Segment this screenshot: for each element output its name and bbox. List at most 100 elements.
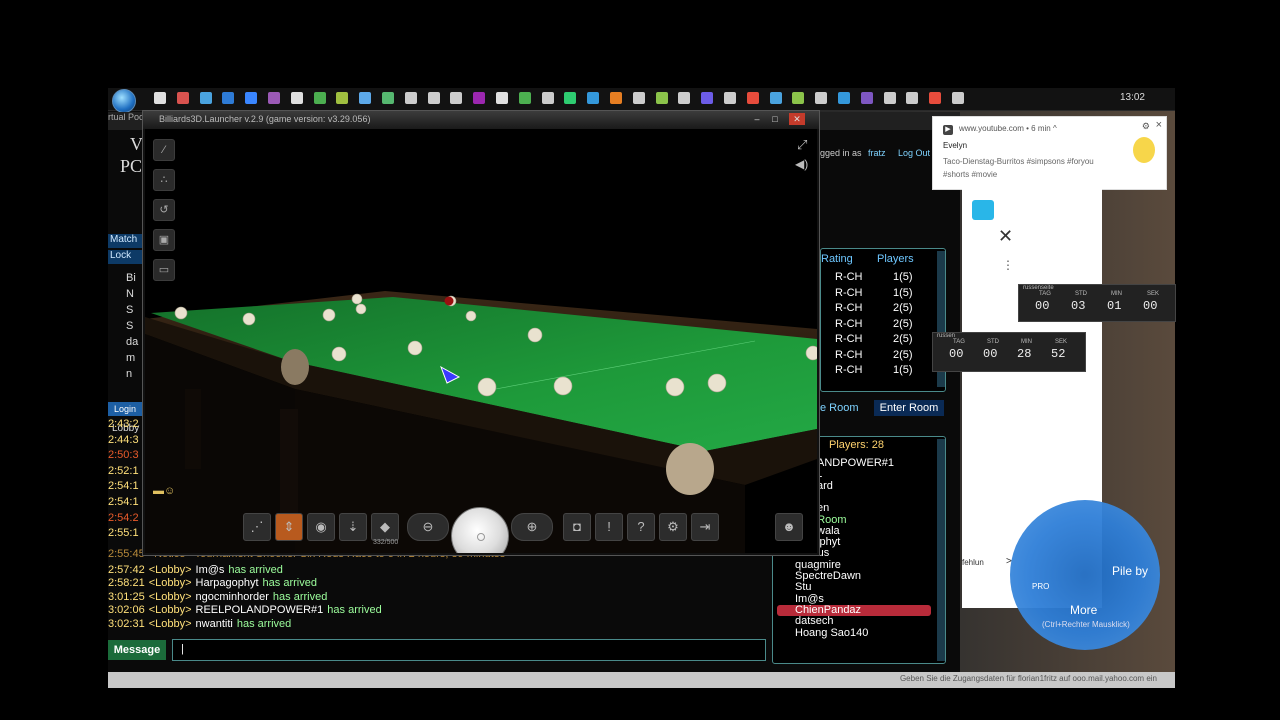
pie-pro-label[interactable]: PRO <box>1032 582 1049 591</box>
player-icon[interactable]: ☻ <box>775 513 803 541</box>
taskbar-app-icon[interactable] <box>815 92 828 104</box>
download-icon[interactable]: ⇣ <box>339 513 367 541</box>
user-name[interactable]: fratz <box>868 148 886 158</box>
left-column-item[interactable]: n <box>126 368 132 380</box>
cube-icon[interactable]: ◆ <box>371 513 399 541</box>
taskbar-app-icon[interactable] <box>587 92 600 104</box>
game-title-bar[interactable]: Billiards3D.Launcher v.2.9 (game version… <box>143 111 819 129</box>
player-list-item[interactable]: Hoang Sao140 <box>795 627 868 639</box>
camera-icon[interactable]: ◘ <box>563 513 591 541</box>
save-icon[interactable]: ▣ <box>153 229 175 251</box>
room-row[interactable]: R-CH 1(5) <box>835 364 935 379</box>
left-column-item[interactable]: N <box>126 288 134 300</box>
login-button[interactable]: Login <box>108 402 142 416</box>
taskbar-app-icon[interactable] <box>952 92 964 104</box>
clock[interactable]: 13:02 <box>1120 92 1145 103</box>
minimize-button[interactable]: – <box>749 113 765 125</box>
taskbar-app-icon[interactable] <box>199 92 212 104</box>
start-button[interactable] <box>112 89 136 113</box>
taskbar-app-icon[interactable] <box>906 92 919 104</box>
eye-icon[interactable]: ◉ <box>307 513 335 541</box>
maximize-button[interactable]: □ <box>767 113 783 125</box>
taskbar-app-icon[interactable] <box>313 92 326 104</box>
left-column-item[interactable]: da <box>126 336 138 348</box>
left-column-item[interactable]: S <box>126 304 133 316</box>
zoom-out-icon[interactable]: ⊖ <box>407 513 449 541</box>
balls-view-icon[interactable]: ⋰ <box>243 513 271 541</box>
taskbar-app-icon[interactable] <box>769 92 782 104</box>
rating-column-header[interactable]: Rating <box>821 253 853 265</box>
zoom-in-icon[interactable]: ⊕ <box>511 513 553 541</box>
player-list-item[interactable]: quagmire <box>795 559 841 571</box>
settings-icon[interactable]: ⚙ <box>659 513 687 541</box>
taskbar-app-icon[interactable] <box>792 92 805 104</box>
left-column-item[interactable]: Bi <box>126 272 136 284</box>
taskbar-app-icon[interactable] <box>701 92 714 104</box>
taskbar-app-icon[interactable] <box>336 92 349 104</box>
game-scene[interactable]: ⁄ ∴ ↺ ▣ ▭ ▬☺ ⤢ ◀) ⋰ ⇕ ◉ ⇣ ◆ 332/500 ⊖ ⊕ … <box>145 129 817 553</box>
taskbar-app-icon[interactable] <box>427 92 440 104</box>
pie-more[interactable]: More <box>1070 603 1097 617</box>
taskbar-app-icon[interactable] <box>929 92 942 104</box>
players-column-header[interactable]: Players <box>877 253 914 265</box>
taskbar-app-icon[interactable] <box>222 92 235 104</box>
taskbar-app-icon[interactable] <box>724 92 736 104</box>
taskbar-app-icon[interactable] <box>450 92 463 104</box>
panel-link[interactable]: fehlun <box>962 558 984 567</box>
taskbar-app-icon[interactable] <box>154 92 166 104</box>
exit-icon[interactable]: ⇥ <box>691 513 719 541</box>
taskbar-app-icon[interactable] <box>838 92 850 104</box>
speaker-icon[interactable]: ◀) <box>795 157 808 171</box>
taskbar-app-icon[interactable] <box>746 92 759 104</box>
taskbar-app-icon[interactable] <box>245 92 258 104</box>
taskbar-app-icon[interactable] <box>860 92 873 104</box>
fullscreen-icon[interactable]: ⤢ <box>797 137 807 153</box>
room-row[interactable]: R-CH 2(5) <box>835 349 935 364</box>
taskbar-app-icon[interactable] <box>610 92 622 104</box>
room-row[interactable]: R-CH 1(5) <box>835 287 935 302</box>
players-scrollbar[interactable] <box>937 439 945 661</box>
undo-icon[interactable]: ↺ <box>153 199 175 221</box>
taskbar-app-icon[interactable] <box>541 92 554 104</box>
enter-room-button[interactable]: Enter Room <box>874 400 944 416</box>
chat-user[interactable]: REELPOLANDPOWER#1 <box>196 604 324 616</box>
taskbar-app-icon[interactable] <box>404 92 417 104</box>
message-input[interactable]: | <box>172 639 766 661</box>
gear-icon[interactable]: ⚙ <box>1142 121 1150 132</box>
snooker-table[interactable] <box>145 129 817 553</box>
rack-icon[interactable]: ∴ <box>153 169 175 191</box>
taskbar-app-icon[interactable] <box>176 92 189 104</box>
app-badge-icon[interactable] <box>972 200 994 220</box>
taskbar-app-icon[interactable] <box>268 92 280 104</box>
chat-emoji-icon[interactable]: ▬☺ <box>153 485 175 497</box>
chat-user[interactable]: Im@s <box>196 564 225 576</box>
alert-icon[interactable]: ! <box>595 513 623 541</box>
room-row[interactable]: R-CH 2(5) <box>835 318 935 333</box>
close-button[interactable]: ✕ <box>789 113 805 125</box>
help-icon[interactable]: ? <box>627 513 655 541</box>
tab-lock[interactable]: Lock <box>108 250 142 264</box>
create-room-button[interactable]: e Room <box>820 402 859 414</box>
room-row[interactable]: R-CH 2(5) <box>835 333 935 348</box>
chat-user[interactable]: Harpagophyt <box>196 577 259 589</box>
more-options-icon[interactable]: ⋮ <box>1002 258 1014 272</box>
taskbar-app-icon[interactable] <box>473 92 486 104</box>
taskbar-app-icon[interactable] <box>678 92 691 104</box>
taskbar-app-icon[interactable] <box>632 92 645 104</box>
taskbar-app-icon[interactable] <box>290 92 303 104</box>
taskbar-app-icon[interactable] <box>518 92 531 104</box>
taskbar-app-icon[interactable] <box>496 92 508 104</box>
taskbar-app-icon[interactable] <box>382 92 394 104</box>
taskbar-app-icon[interactable] <box>883 92 896 104</box>
room-row[interactable]: R-CH 1(5) <box>835 271 935 286</box>
pie-pile-by[interactable]: Pile by <box>1112 564 1148 578</box>
player-list-item[interactable]: Stu <box>795 581 812 593</box>
cue-height-icon[interactable]: ⇕ <box>275 513 303 541</box>
chat-user[interactable]: ngocminhorder <box>196 591 269 603</box>
player-list-item[interactable]: Im@s <box>795 593 824 605</box>
taskbar-app-icon[interactable] <box>564 92 577 104</box>
taskbar-app-icon[interactable] <box>359 92 372 104</box>
close-icon[interactable]: × <box>1156 119 1162 131</box>
room-row[interactable]: R-CH 2(5) <box>835 302 935 317</box>
folder-icon[interactable]: ▭ <box>153 259 175 281</box>
